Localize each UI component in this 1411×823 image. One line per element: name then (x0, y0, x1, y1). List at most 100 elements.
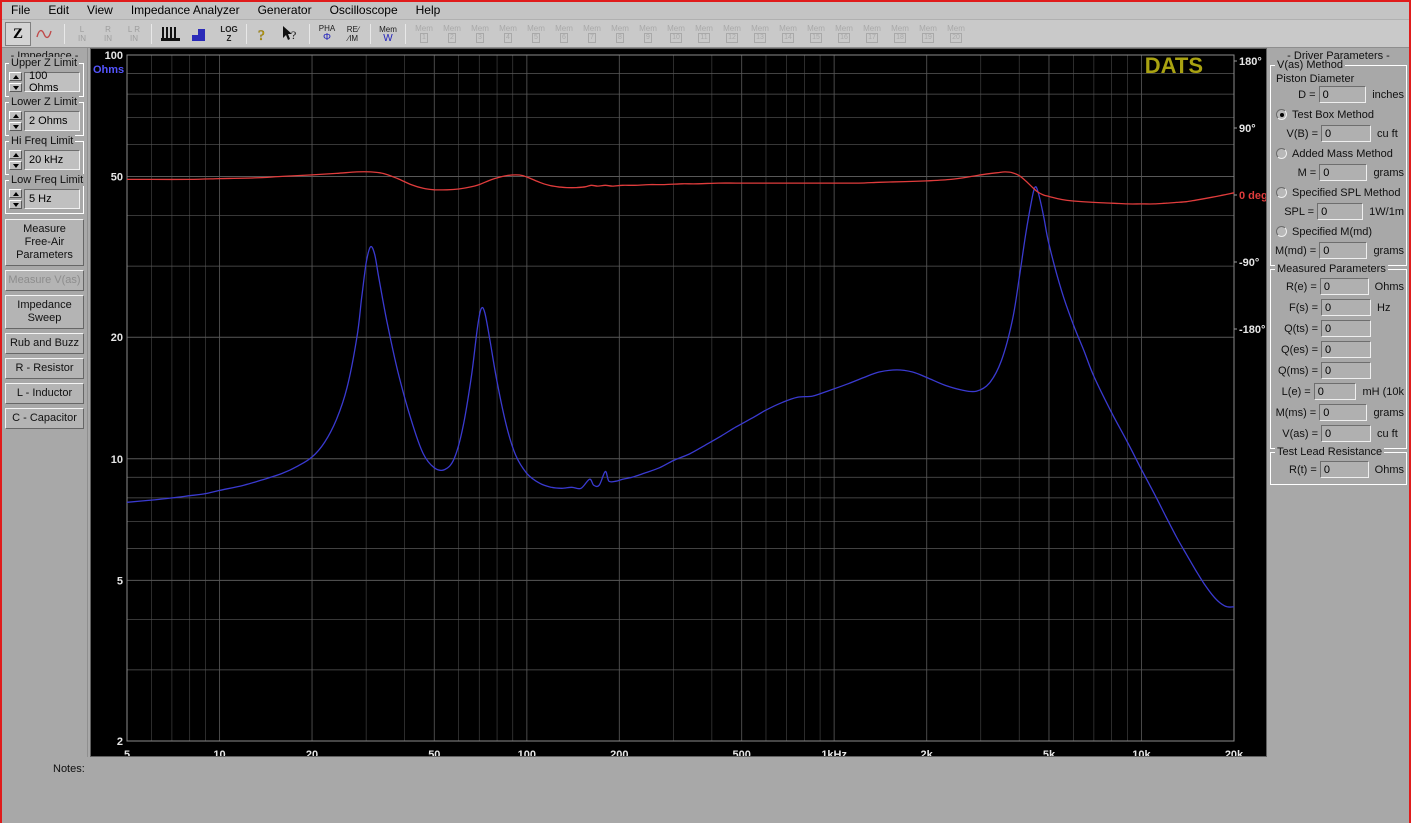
spectrum-bars-button[interactable] (157, 21, 185, 46)
help-button[interactable]: ? (252, 21, 276, 46)
memory-slot-13[interactable]: Mem 13 (747, 21, 773, 46)
memory-slot-6[interactable]: Mem 6 (551, 21, 577, 46)
qms-field[interactable]: 0 (1321, 362, 1371, 379)
test-box-method-radio-label: Test Box Method (1292, 108, 1374, 121)
lower-z-limit-increment[interactable] (9, 111, 22, 120)
upper-z-limit-value[interactable]: 100 Ohms (24, 70, 80, 94)
vb-field[interactable]: 0 (1321, 125, 1371, 142)
lower-z-limit-value[interactable]: 2 Ohms (24, 111, 80, 131)
measure-free-air-parameters-button[interactable]: Measure Free-Air Parameters (5, 219, 84, 266)
l-inductor-button[interactable]: L - Inductor (5, 383, 84, 404)
dats-application-window: File Edit View Impedance Analyzer Generator O… (0, 0, 1411, 823)
log-z-button[interactable]: LOG Z (217, 21, 241, 46)
menu-item-view[interactable]: View (78, 2, 122, 19)
menu-item-help[interactable]: Help (407, 2, 450, 19)
right-input-button[interactable]: R IN (96, 21, 120, 46)
vas-field-label: V(as) = (1282, 427, 1318, 440)
memory-slot-18[interactable]: Mem 18 (887, 21, 913, 46)
x-tick-label: 1kHz (821, 749, 847, 756)
specified-spl-method-radio[interactable]: Specified SPL Method (1276, 184, 1404, 201)
memory-slot-1[interactable]: Mem 1 (411, 21, 437, 46)
lower-z-limit-decrement[interactable] (9, 122, 22, 131)
memory-slot-8[interactable]: Mem 8 (607, 21, 633, 46)
menu-item-oscilloscope[interactable]: Oscilloscope (321, 2, 407, 19)
memory-slot-15[interactable]: Mem 15 (803, 21, 829, 46)
memory-slot-11[interactable]: Mem 11 (691, 21, 717, 46)
menu-item-generator[interactable]: Generator (249, 2, 321, 19)
vas-field[interactable]: 0 (1321, 425, 1371, 442)
re-field[interactable]: 0 (1319, 278, 1369, 295)
toolbar-separator (405, 23, 406, 44)
added-mass-method-radio[interactable]: Added Mass Method (1276, 145, 1404, 162)
real-imag-button[interactable]: RE∕ ∕IM (341, 21, 365, 46)
radio-icon[interactable] (1276, 226, 1287, 237)
plot-background (91, 49, 1266, 756)
mmd-field[interactable]: 0 (1319, 242, 1368, 259)
mms-field[interactable]: 0 (1319, 404, 1368, 421)
impedance-plot-svg[interactable]: DATS25102050100Ohms180°90°0 deg-90°-180°… (91, 49, 1266, 756)
impedance-plot[interactable]: DATS 2 5 10 20 50 100 Ohms 180° 90° 0 deg -90° -180°… (90, 48, 1267, 757)
phase-display-button[interactable]: PHA Φ (315, 21, 339, 46)
upper-z-limit-spinner[interactable] (9, 72, 22, 92)
menu-item-impedance-analyzer[interactable]: Impedance Analyzer (122, 2, 249, 19)
memory-slot-5[interactable]: Mem 5 (523, 21, 549, 46)
memory-slot-20[interactable]: Mem 20 (943, 21, 969, 46)
spl-field[interactable]: 0 (1317, 203, 1364, 220)
upper-z-limit-increment[interactable] (9, 72, 22, 81)
low-freq-limit-decrement[interactable] (9, 200, 22, 209)
y-tick-label: 10 (111, 454, 123, 466)
generator-waveform-button[interactable] (33, 21, 59, 46)
qts-field[interactable]: 0 (1321, 320, 1371, 337)
lower-z-limit-spinner[interactable] (9, 111, 22, 131)
memory-slot-10[interactable]: Mem 10 (663, 21, 689, 46)
menu-item-file[interactable]: File (2, 2, 39, 19)
r-resistor-button[interactable]: R - Resistor (5, 358, 84, 379)
memory-slot-4[interactable]: Mem 4 (495, 21, 521, 46)
mem-label: Mem (499, 24, 517, 33)
hi-freq-limit-increment[interactable] (9, 150, 22, 159)
memory-slot-19[interactable]: Mem 19 (915, 21, 941, 46)
upper-z-limit-decrement[interactable] (9, 83, 22, 92)
memory-overlay-button[interactable]: Mem W (376, 21, 400, 46)
low-freq-limit-increment[interactable] (9, 189, 22, 198)
mem-label: Mem (723, 24, 741, 33)
mms-field-row: M(ms) = 0 grams (1273, 403, 1404, 422)
memory-slot-17[interactable]: Mem 17 (859, 21, 885, 46)
hi-freq-limit-decrement[interactable] (9, 161, 22, 170)
left-input-button[interactable]: L IN (70, 21, 94, 46)
memory-slot-12[interactable]: Mem 12 (719, 21, 745, 46)
rub-and-buzz-button[interactable]: Rub and Buzz (5, 333, 84, 354)
radio-icon[interactable] (1276, 187, 1287, 198)
memory-slot-7[interactable]: Mem 7 (579, 21, 605, 46)
menu-item-edit[interactable]: Edit (39, 2, 78, 19)
c-capacitor-button[interactable]: C - Capacitor (5, 408, 84, 429)
memory-slot-14[interactable]: Mem 14 (775, 21, 801, 46)
memory-slot-16[interactable]: Mem 16 (831, 21, 857, 46)
added-mass-field[interactable]: 0 (1319, 164, 1368, 181)
radio-icon[interactable] (1276, 148, 1287, 159)
low-freq-limit-spinner[interactable] (9, 189, 22, 209)
impedance-mode-button[interactable]: Z (5, 21, 31, 46)
left-right-input-button[interactable]: L R IN (122, 21, 146, 46)
step-response-button[interactable] (187, 21, 215, 46)
rt-field[interactable]: 0 (1319, 461, 1369, 478)
notes-input[interactable] (92, 760, 1392, 776)
hi-freq-limit-value[interactable]: 20 kHz (24, 150, 80, 170)
mem-slot-number: 8 (616, 33, 624, 43)
le-field[interactable]: 0 (1313, 383, 1357, 400)
low-freq-limit-group: Low Freq Limit 5 Hz (5, 174, 86, 214)
qes-field[interactable]: 0 (1321, 341, 1371, 358)
hi-freq-limit-spinner[interactable] (9, 150, 22, 170)
specified-mmd-method-radio[interactable]: Specified M(md) (1276, 223, 1404, 240)
low-freq-limit-value[interactable]: 5 Hz (24, 189, 80, 209)
memory-slot-2[interactable]: Mem 2 (439, 21, 465, 46)
impedance-sweep-button[interactable]: Impedance Sweep (5, 295, 84, 329)
radio-icon[interactable] (1276, 109, 1287, 120)
memory-slot-9[interactable]: Mem 9 (635, 21, 661, 46)
piston-diameter-field[interactable]: 0 (1318, 86, 1367, 103)
mem-label: Mem (555, 24, 573, 33)
test-box-method-radio[interactable]: Test Box Method (1276, 106, 1404, 123)
fs-field[interactable]: 0 (1321, 299, 1371, 316)
context-help-button[interactable]: ? (278, 21, 304, 46)
memory-slot-3[interactable]: Mem 3 (467, 21, 493, 46)
